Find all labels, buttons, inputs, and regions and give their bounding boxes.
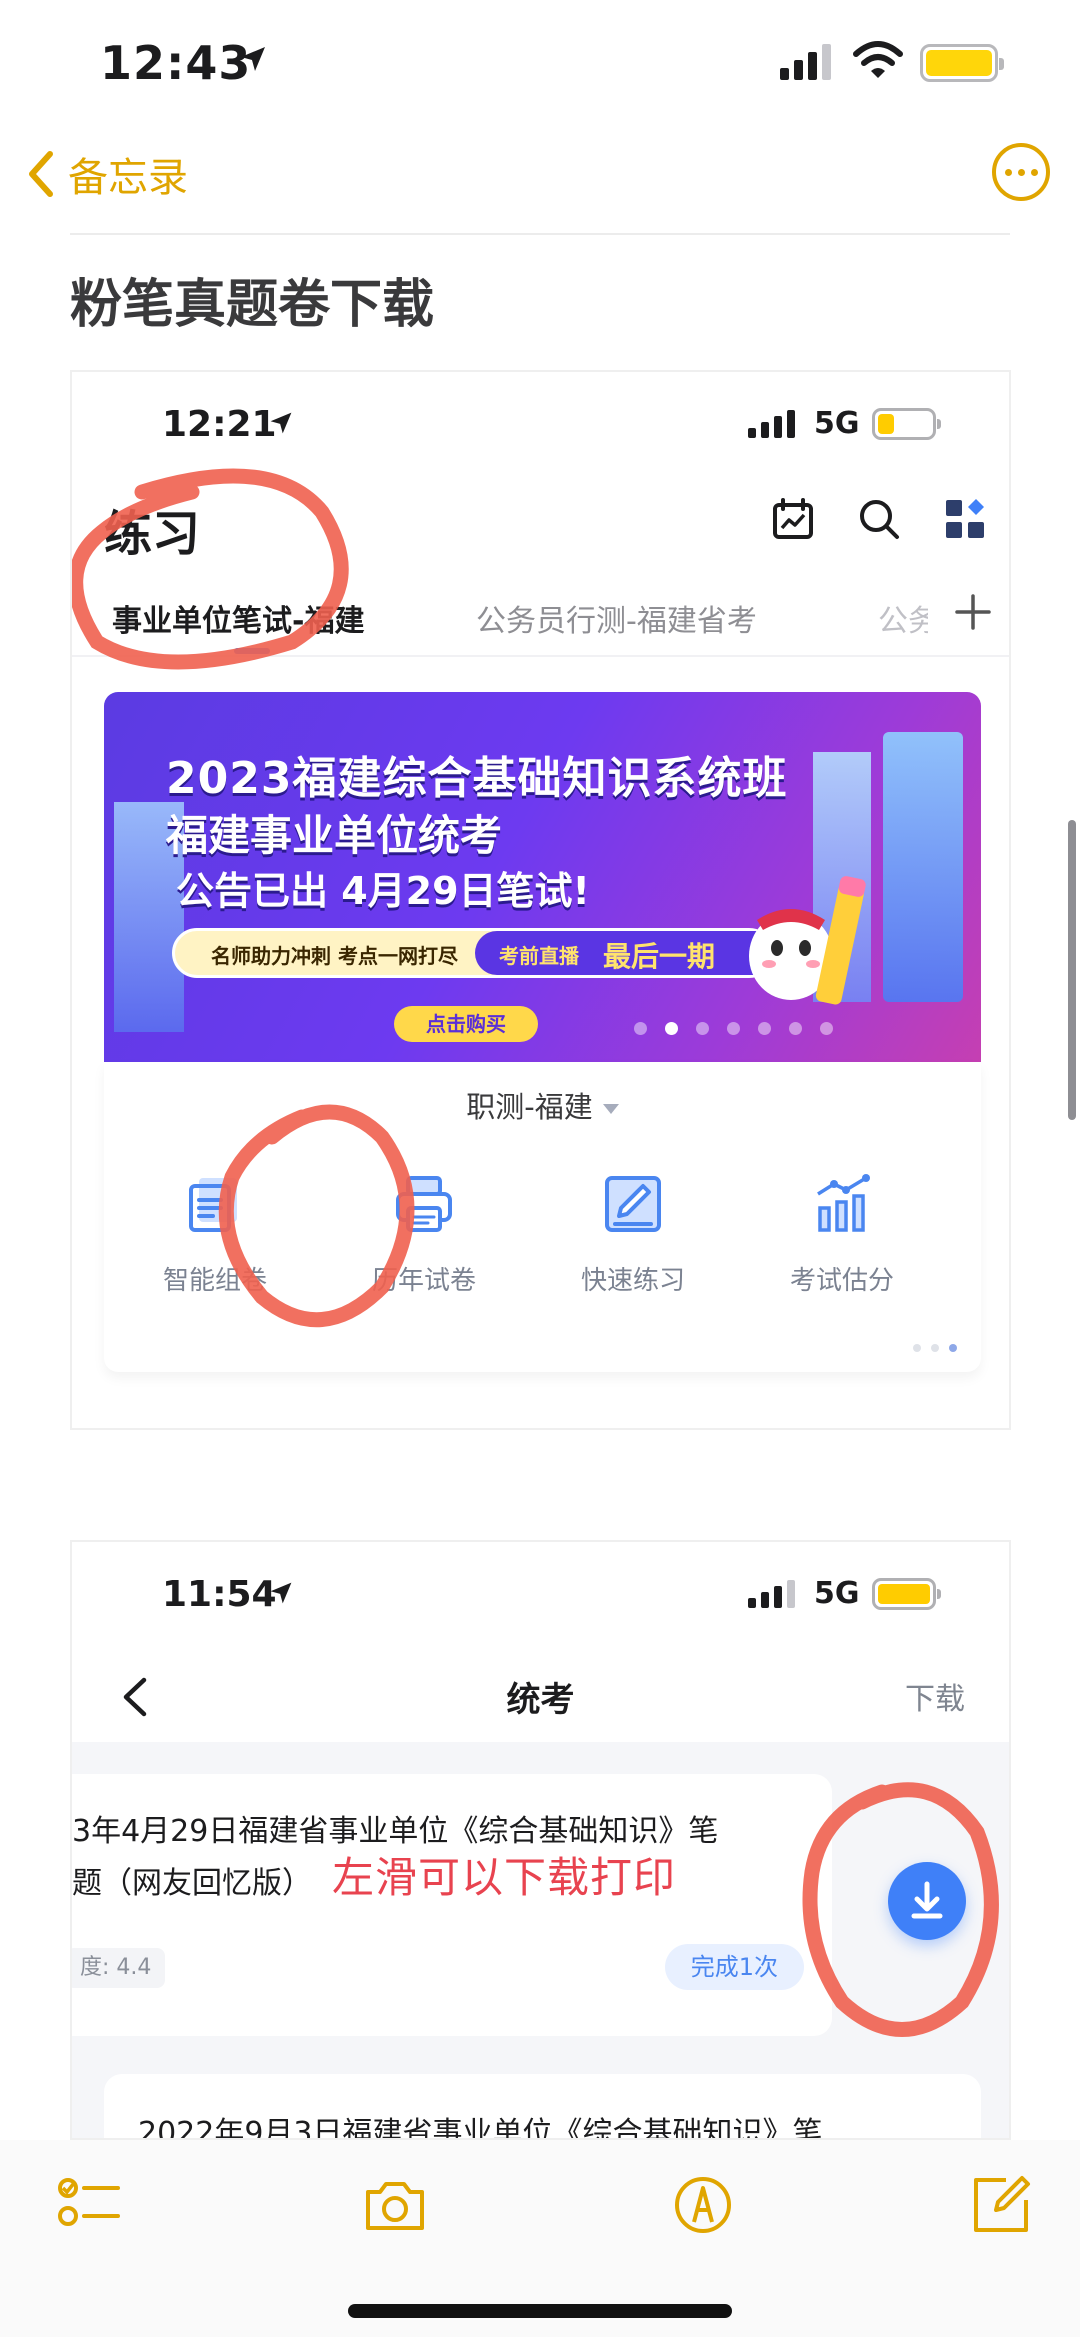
chevron-left-icon bbox=[29, 151, 53, 197]
status-time: 12:43 bbox=[100, 36, 252, 90]
back-label: 备忘录 bbox=[68, 155, 188, 201]
signal-icon bbox=[748, 408, 795, 438]
banner-line2: 福建事业单位统考 bbox=[166, 811, 503, 860]
battery-icon bbox=[920, 44, 1004, 82]
location-icon bbox=[270, 412, 292, 434]
download-button[interactable] bbox=[888, 1862, 966, 1940]
tool-label: 历年试卷 bbox=[371, 1266, 476, 1296]
calendar-icon[interactable] bbox=[771, 497, 815, 541]
tool-label: 快速练习 bbox=[580, 1266, 685, 1296]
location-icon bbox=[270, 1582, 292, 1604]
tab-civil-servant-fujian[interactable]: 公务员行测-福建省考 bbox=[476, 596, 757, 640]
tools-pagination bbox=[913, 1344, 957, 1352]
camera-icon[interactable] bbox=[360, 2170, 430, 2240]
status-bar: 12:43 bbox=[0, 0, 1080, 130]
tab-civil-servant[interactable]: 公务员 bbox=[878, 596, 928, 640]
signal-icon bbox=[780, 44, 831, 80]
subject-selector[interactable]: 职测-福建 bbox=[104, 1084, 981, 1126]
banner-pill: 名师助力冲刺 考点一网打尽 考前直播 最后一期 bbox=[172, 928, 777, 978]
network-label: 5G bbox=[814, 406, 860, 441]
swipe-annotation: 左滑可以下载打印 bbox=[332, 1853, 677, 1902]
notes-nav-bar: 备忘录 bbox=[0, 135, 1080, 215]
document-stack-icon bbox=[189, 1178, 237, 1232]
download-link[interactable]: 下载 bbox=[905, 1674, 965, 1718]
embedded-time: 12:21 bbox=[162, 404, 277, 445]
notes-screen: 12:43 备忘录 粉笔真题卷下载 12:21 5G 练习 事业单位笔试-福建 … bbox=[0, 0, 1080, 2337]
printer-icon bbox=[396, 1176, 452, 1232]
search-icon[interactable] bbox=[857, 497, 901, 541]
exam-list-header: 统考 下载 bbox=[72, 1652, 1009, 1742]
battery-icon bbox=[872, 408, 941, 440]
wifi-icon bbox=[853, 41, 903, 78]
practice-top-icons bbox=[771, 497, 987, 541]
tool-label: 考试估分 bbox=[789, 1266, 894, 1296]
caret-down-icon bbox=[602, 1104, 619, 1114]
banner-pill-right: 最后一期 bbox=[603, 940, 716, 973]
banner-pill-left: 名师助力冲刺 考点一网打尽 bbox=[211, 944, 458, 968]
practice-title: 练习 bbox=[104, 506, 201, 562]
subject-label: 职测-福建 bbox=[466, 1090, 593, 1124]
compose-icon[interactable] bbox=[966, 2170, 1036, 2240]
exam-list-title: 统考 bbox=[506, 1680, 575, 1720]
more-options-button[interactable] bbox=[992, 143, 1050, 201]
back-button[interactable]: 备忘录 bbox=[28, 145, 188, 203]
banner-building-right bbox=[883, 732, 963, 1002]
download-icon bbox=[911, 1881, 943, 1919]
embedded-screenshot-exam-list[interactable]: 11:54 5G 统考 下载 3年4月29日福建省事业单位《综合基础知识》笔 题… bbox=[70, 1540, 1011, 2140]
tool-quick-practice[interactable]: 快速练习 bbox=[538, 1172, 728, 1297]
battery-icon bbox=[872, 1578, 941, 1610]
promo-banner[interactable]: 2023福建综合基础知识系统班 福建事业单位统考 公告已出 4月29日笔试! 名… bbox=[104, 692, 981, 1062]
tool-smart-paper[interactable]: 智能组卷 bbox=[120, 1172, 310, 1297]
tab-fujian-public-institution[interactable]: 事业单位笔试-福建 bbox=[112, 596, 364, 654]
location-icon bbox=[241, 47, 265, 71]
banner-buy-button[interactable]: 点击购买 bbox=[394, 1006, 538, 1042]
signal-icon bbox=[748, 1578, 795, 1608]
markup-pen-icon[interactable] bbox=[668, 2170, 738, 2240]
scroll-indicator[interactable] bbox=[1068, 820, 1076, 1120]
tool-label: 智能组卷 bbox=[162, 1266, 267, 1296]
network-label: 5G bbox=[814, 1576, 860, 1611]
tool-past-papers[interactable]: 历年试卷 bbox=[329, 1172, 519, 1297]
banner-line1: 2023福建综合基础知识系统班 bbox=[166, 753, 788, 804]
edit-pen-icon bbox=[605, 1176, 661, 1232]
completed-badge: 完成1次 bbox=[664, 1944, 804, 1990]
embedded-time: 11:54 bbox=[162, 1574, 277, 1615]
banner-line3: 公告已出 4月29日笔试! bbox=[176, 869, 590, 913]
exam-card-title: 2022年9月3日福建省事业单位《综合基础知识》笔 bbox=[138, 2116, 823, 2140]
exam-card[interactable]: 2022年9月3日福建省事业单位《综合基础知识》笔 bbox=[104, 2074, 981, 2140]
difficulty-chip: 度: 4.4 bbox=[72, 1948, 166, 1988]
banner-pagination bbox=[634, 1022, 833, 1035]
checklist-icon[interactable] bbox=[56, 2170, 126, 2240]
tool-score-estimate[interactable]: 考试估分 bbox=[747, 1172, 937, 1297]
add-tab-icon[interactable] bbox=[953, 592, 993, 632]
note-title: 粉笔真题卷下载 bbox=[70, 275, 435, 335]
practice-tabs: 事业单位笔试-福建 公务员行测-福建省考 公务员 bbox=[72, 582, 1009, 657]
exam-card-subtitle: 题（网友回忆版） bbox=[72, 1866, 312, 1901]
embedded-status-bar: 11:54 5G bbox=[72, 1542, 1009, 1652]
mascot-illustration bbox=[749, 876, 866, 1005]
embedded-screenshot-practice[interactable]: 12:21 5G 练习 事业单位笔试-福建 公务员行测-福建省考 公务员 bbox=[70, 370, 1011, 1430]
apps-grid-icon[interactable] bbox=[943, 497, 987, 541]
exam-card[interactable]: 3年4月29日福建省事业单位《综合基础知识》笔 题（网友回忆版） 度: 4.4 … bbox=[72, 1774, 832, 2036]
tools-panel: 职测-福建 智能组卷 历年试卷 快速练习 考试估分 bbox=[104, 1062, 981, 1372]
embedded-status-bar: 12:21 5G bbox=[72, 372, 1009, 482]
banner-pill-mid: 考前直播 bbox=[499, 944, 579, 968]
home-indicator[interactable] bbox=[348, 2304, 732, 2318]
bar-chart-icon bbox=[817, 1174, 870, 1232]
